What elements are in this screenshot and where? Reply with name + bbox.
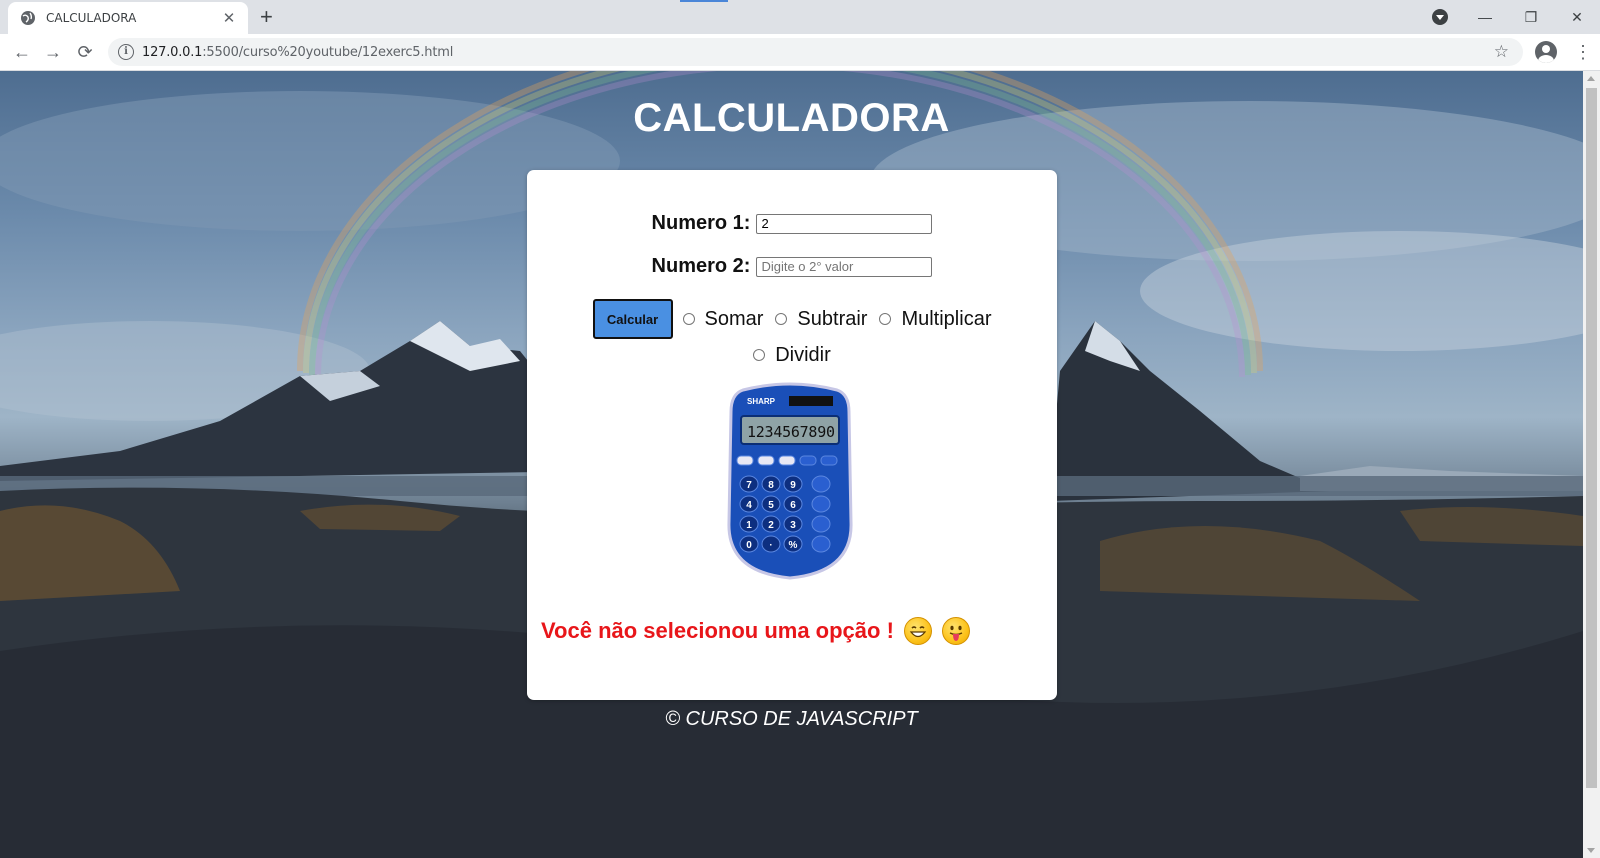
calculator-image: SHARP 1234567890 7 8 9 4 5 6 1 2 3 0 ·%: [727, 382, 853, 580]
tab-title: CALCULADORA: [46, 11, 137, 25]
radio-multiplicar-label[interactable]: Multiplicar: [901, 308, 991, 331]
profile-avatar-icon[interactable]: [1535, 41, 1557, 63]
scrollbar-thumb[interactable]: [1586, 88, 1597, 788]
calculator-operator-key: [811, 495, 831, 513]
calculator-key-label: 6: [790, 500, 796, 511]
radio-multiplicar[interactable]: [879, 313, 892, 325]
tab-strip-accent: [680, 0, 728, 2]
back-icon[interactable]: ←: [12, 42, 32, 62]
status-message: Você não selecionou uma opção !: [541, 617, 970, 645]
calculator-card: Numero 1: Numero 2: Calcular Somar Subtr…: [527, 170, 1057, 700]
browser-tab[interactable]: CALCULADORA ✕: [8, 2, 248, 34]
page-viewport: CALCULADORA Numero 1: Numero 2: Calcular…: [0, 71, 1583, 858]
calculator-operator-key: [811, 475, 831, 493]
calculator-key-label: 8: [768, 480, 774, 491]
operation-row: Calcular Somar Subtrair Multiplicar: [527, 298, 1057, 340]
bookmark-star-icon[interactable]: ☆: [1494, 42, 1509, 62]
url-host: 127.0.0.1: [142, 44, 203, 60]
tab-strip: CALCULADORA ✕ + — ❐ ✕: [0, 0, 1600, 34]
reload-icon[interactable]: ⟳: [75, 42, 95, 62]
calculator-key-label: 1: [746, 520, 752, 531]
calculator-key-label: 5: [768, 500, 774, 511]
numero1-row: Numero 1:: [527, 212, 1057, 235]
calculator-function-key: [778, 455, 796, 466]
calcular-button[interactable]: Calcular: [592, 299, 673, 339]
calculator-key-label: 4: [746, 500, 752, 511]
radio-somar-label[interactable]: Somar: [705, 308, 764, 331]
restore-icon[interactable]: ❐: [1508, 9, 1554, 26]
calculator-function-key: [820, 455, 838, 466]
tab-close-icon[interactable]: ✕: [220, 9, 238, 27]
numero2-row: Numero 2:: [527, 255, 1057, 278]
calculator-operator-key: [811, 515, 831, 533]
calculator-display: 1234567890: [747, 423, 835, 441]
window-controls: — ❐ ✕: [1462, 0, 1600, 34]
scroll-up-icon[interactable]: [1587, 76, 1595, 81]
minimize-icon[interactable]: —: [1462, 9, 1508, 25]
address-bar[interactable]: i 127.0.0.1:5500/curso%20youtube/12exerc…: [108, 38, 1523, 66]
status-message-text: Você não selecionou uma opção !: [541, 618, 894, 643]
radio-dividir-label[interactable]: Dividir: [775, 344, 831, 367]
grin-emoji-icon: [903, 617, 932, 645]
calculator-function-key: [736, 455, 754, 466]
calculator-key-label: 9: [790, 480, 796, 491]
page-footer: © CURSO DE JAVASCRIPT: [665, 708, 918, 730]
calculator-key-label: 3: [790, 520, 796, 531]
close-window-icon[interactable]: ✕: [1554, 9, 1600, 26]
calculator-key-label: %: [789, 540, 798, 551]
tab-search-icon[interactable]: [1432, 9, 1448, 25]
kebab-menu-icon[interactable]: ⋮: [1574, 42, 1592, 62]
numero2-label: Numero 2:: [651, 255, 751, 277]
forward-icon[interactable]: →: [43, 42, 63, 62]
scroll-down-icon[interactable]: [1587, 848, 1595, 853]
tongue-emoji-icon: [941, 617, 970, 645]
operation-row-2: Dividir: [527, 340, 1057, 370]
radio-somar[interactable]: [682, 313, 695, 325]
calculator-function-key: [799, 455, 817, 466]
new-tab-button[interactable]: +: [260, 6, 273, 28]
calculator-key-label: 2: [768, 520, 774, 531]
calculator-key-label: ·: [769, 540, 772, 551]
numero2-input[interactable]: [756, 256, 933, 277]
url-path: :5500/curso%20youtube/12exerc5.html: [202, 44, 454, 60]
calculator-brand: SHARP: [747, 397, 776, 406]
radio-subtrair[interactable]: [775, 313, 788, 325]
info-icon[interactable]: i: [118, 44, 134, 60]
calculator-key-label: 7: [746, 480, 752, 491]
page-title: CALCULADORA: [633, 96, 950, 140]
radio-subtrair-label[interactable]: Subtrair: [797, 308, 867, 331]
radio-dividir[interactable]: [753, 349, 766, 361]
browser-toolbar: ← → ⟳ i 127.0.0.1:5500/curso%20youtube/1…: [0, 34, 1600, 71]
calculator-operator-key: [811, 535, 831, 553]
calculator-function-key: [757, 455, 775, 466]
numero1-label: Numero 1:: [651, 212, 751, 234]
globe-icon: [21, 11, 35, 25]
calculator-key-label: 0: [746, 540, 752, 551]
url-text[interactable]: 127.0.0.1:5500/curso%20youtube/12exerc5.…: [142, 45, 453, 60]
page-scrollbar[interactable]: [1583, 71, 1600, 858]
numero1-input[interactable]: [756, 213, 933, 234]
